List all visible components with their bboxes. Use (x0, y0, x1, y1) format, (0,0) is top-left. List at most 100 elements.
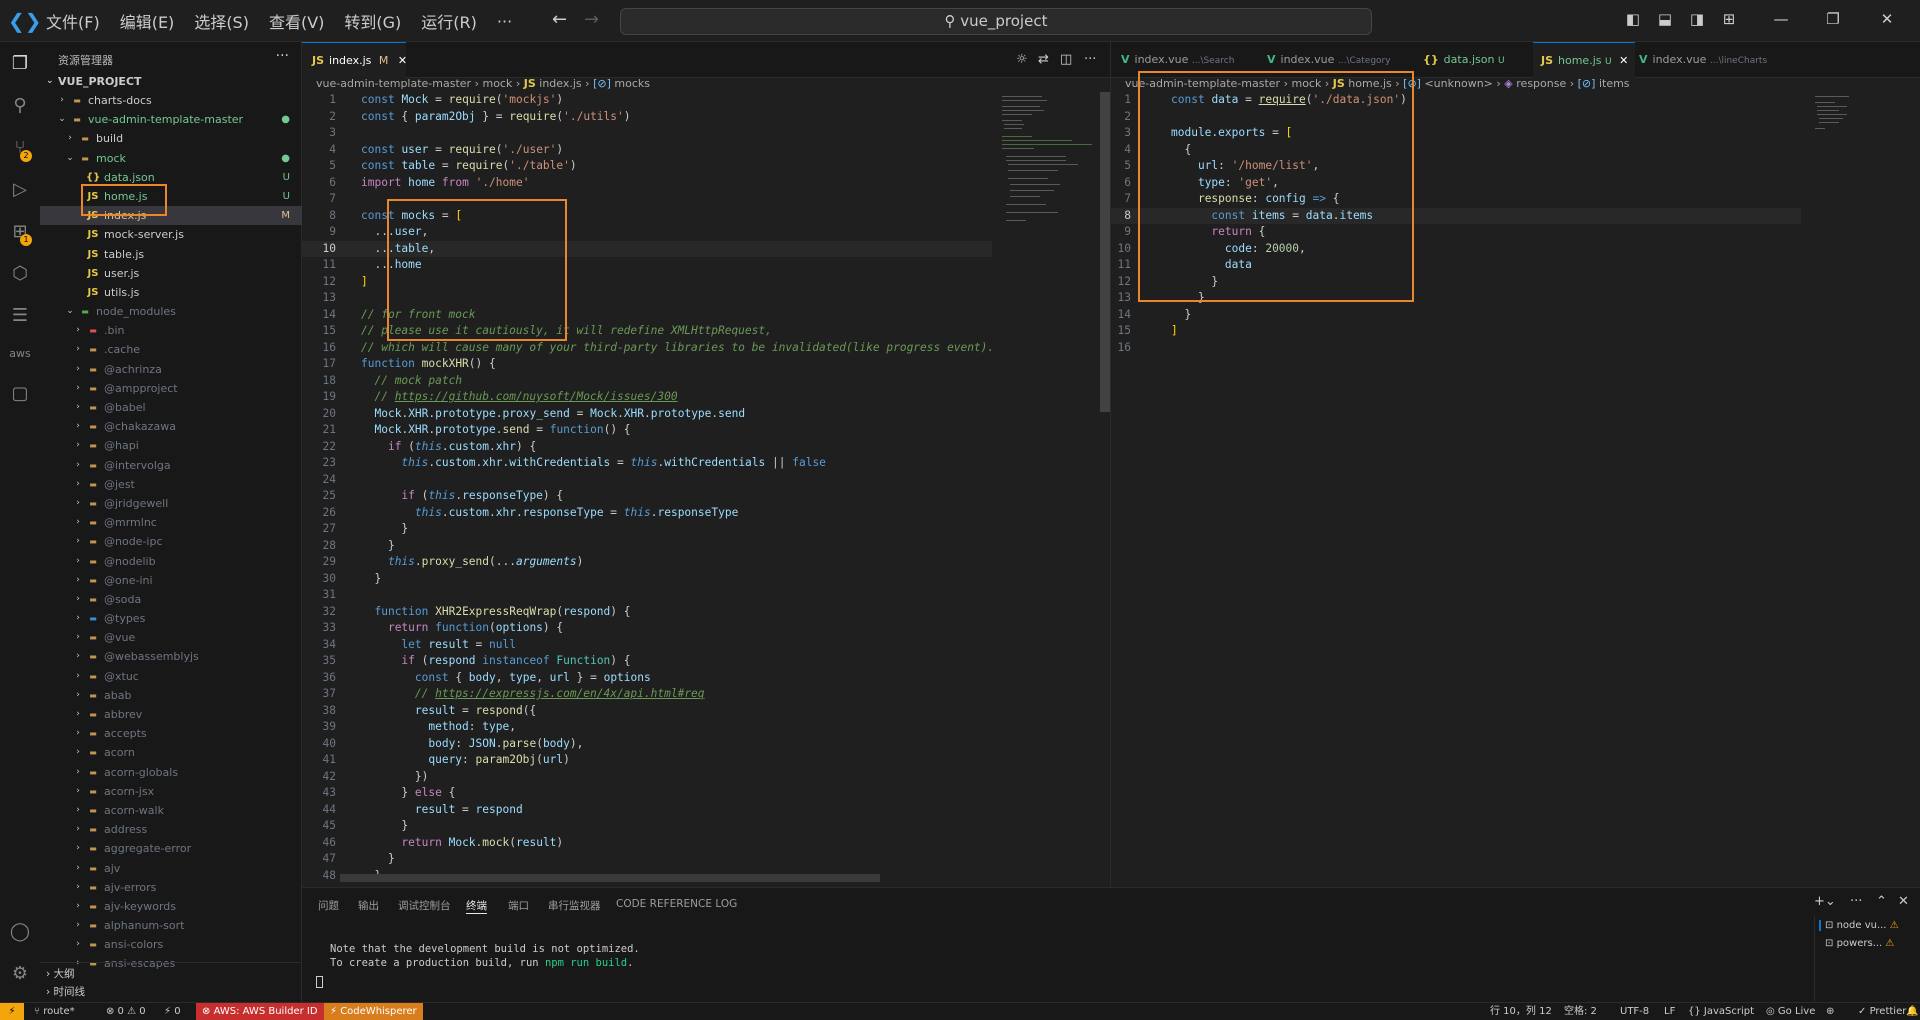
code-line[interactable]: if (respond instanceof Function) { (361, 653, 630, 670)
close-tab-icon[interactable]: ✕ (1619, 54, 1628, 67)
copilot-icon[interactable]: ⊕ (1826, 1003, 1834, 1020)
panel-tab-serial-monitor[interactable]: 串行监视器 (548, 898, 601, 913)
workspace-root[interactable]: ⌄ VUE_PROJECT (40, 72, 302, 91)
code-line[interactable]: import home from './home' (361, 175, 529, 192)
tree-item[interactable]: › ▬ acorn-jsx (40, 782, 302, 801)
tree-item[interactable]: › ▬ @types (40, 609, 302, 628)
tree-item[interactable]: › ▬ .cache (40, 340, 302, 359)
menu-selection[interactable]: 选择(S) (194, 9, 249, 33)
tree-item[interactable]: JS user.js (40, 264, 302, 283)
tree-item[interactable]: › ▬ @achrinza (40, 360, 302, 379)
code-line[interactable]: // for front mock (361, 307, 476, 324)
comments-icon[interactable]: ▢ (8, 382, 32, 406)
breadcrumb-item[interactable]: mock (1291, 77, 1321, 90)
code-line[interactable]: const user = require('./user') (361, 142, 563, 159)
close-tab-icon[interactable]: ✕ (398, 54, 407, 67)
outline-header[interactable]: › 大纲 (46, 966, 75, 982)
encoding[interactable]: UTF-8 (1620, 1003, 1649, 1020)
code-line[interactable]: const { body, type, url } = options (361, 670, 651, 687)
menu-go[interactable]: 转到(G) (344, 9, 401, 33)
terminal-item-node[interactable]: ⊡ node vu... ⚠ (1819, 920, 1919, 931)
panel-tab-problems[interactable]: 问题 (318, 898, 339, 913)
tree-item[interactable]: › ▬ @one-ini (40, 571, 302, 590)
tree-item[interactable]: › ▬ @ampproject (40, 379, 302, 398)
arrow-left-icon[interactable]: ← (552, 9, 567, 30)
tree-item[interactable]: › ▬ aggregate-error (40, 839, 302, 858)
tree-item[interactable]: {} data.json U (40, 168, 302, 187)
code-line[interactable]: const Mock = require('mockjs') (361, 92, 563, 109)
code-line[interactable]: const table = require('./table') (361, 158, 577, 175)
code-line[interactable]: method: type, (361, 719, 516, 736)
code-line[interactable]: ] (1171, 323, 1178, 340)
notifications-bell-icon[interactable]: 🔔 (1906, 1003, 1918, 1020)
manage-gear-icon[interactable]: ⚙ (8, 962, 32, 986)
tree-item[interactable]: › ▬ alphanum-sort (40, 916, 302, 935)
menu-edit[interactable]: 编辑(E) (120, 9, 175, 33)
remote-indicator-icon[interactable]: ⚡ (0, 1003, 24, 1020)
code-line[interactable]: } (361, 851, 395, 868)
code-line[interactable]: type: 'get', (1171, 175, 1279, 192)
code-line[interactable]: // please use it cautiously, it will red… (361, 323, 772, 340)
code-line[interactable]: const { param2Obj } = require('./utils') (361, 109, 631, 126)
aws-status[interactable]: ⊗ AWS: AWS Builder ID (196, 1003, 324, 1020)
split-editor-icon[interactable]: ◫ (1060, 52, 1072, 67)
panel-tab-code-reference-log[interactable]: CODE REFERENCE LOG (616, 898, 737, 910)
tree-item[interactable]: › ▬ ajv-keywords (40, 897, 302, 916)
panel-tab-ports[interactable]: 端口 (508, 898, 529, 913)
tree-item[interactable]: › ▬ acorn (40, 743, 302, 762)
search-view-icon[interactable]: ⚲ (8, 94, 32, 118)
tree-item[interactable]: ⌄ ▬ vue-admin-template-master ● (40, 110, 302, 129)
menu-more[interactable]: ··· (497, 12, 512, 31)
breadcrumb-item[interactable]: mock (482, 77, 512, 90)
language-mode[interactable]: {} JavaScript (1688, 1003, 1754, 1020)
tab-index-vue-category[interactable]: Vindex.vue ...\Category (1267, 42, 1417, 78)
run-debug-icon[interactable]: ▷ (8, 178, 32, 202)
terminal-item-powershell[interactable]: ⊡ powers... ⚠ (1819, 938, 1919, 949)
left-vertical-scrollbar[interactable] (1100, 92, 1110, 412)
tree-item[interactable]: › ▬ @intervolga (40, 456, 302, 475)
code-line[interactable]: Mock.XHR.prototype.send = function() { (361, 422, 630, 439)
tree-item[interactable]: › ▬ @node-ipc (40, 532, 302, 551)
menu-view[interactable]: 查看(V) (269, 9, 324, 33)
menu-run[interactable]: 运行(R) (421, 9, 477, 33)
tree-item[interactable]: › ▬ @jest (40, 475, 302, 494)
code-line[interactable]: function mockXHR() { (361, 356, 496, 373)
code-line[interactable]: if (this.custom.xhr) { (361, 439, 536, 456)
panel-tab-debug-console[interactable]: 调试控制台 (398, 898, 451, 913)
code-line[interactable]: // https://github.com/nuysoft/Mock/issue… (361, 389, 677, 406)
tree-item[interactable]: › ▬ @nodelib (40, 552, 302, 571)
code-line[interactable]: } (1171, 307, 1191, 324)
cursor-position[interactable]: 行 10，列 12 (1490, 1003, 1552, 1020)
problems-status[interactable]: ⊗ 0 ⚠ 0 (106, 1003, 146, 1020)
tree-item[interactable]: › ▬ @webassemblyjs (40, 647, 302, 666)
code-line[interactable]: ...user, (361, 224, 428, 241)
breadcrumb-item[interactable]: mocks (614, 77, 650, 90)
git-branch[interactable]: ⑂ route* (34, 1003, 75, 1020)
code-line[interactable]: { (1171, 142, 1191, 159)
indentation[interactable]: 空格: 2 (1564, 1003, 1597, 1020)
code-line[interactable]: ...home (361, 257, 421, 274)
code-line[interactable]: this.custom.xhr.responseType = this.resp… (361, 505, 738, 522)
code-line[interactable]: const data = require('./data.json') (1171, 92, 1407, 109)
breadcrumb-item[interactable]: vue-admin-template-master (1125, 77, 1280, 90)
panel-tab-terminal[interactable]: 终端 (466, 898, 487, 914)
code-line[interactable]: } (1171, 290, 1205, 307)
codewhisperer-status[interactable]: ⚡ CodeWhisperer (324, 1003, 423, 1020)
tab-index-vue-search[interactable]: Vindex.vue ...\Search (1121, 42, 1261, 78)
close-window-icon[interactable]: ✕ (1876, 10, 1898, 30)
code-line[interactable]: body: JSON.parse(body), (361, 736, 583, 753)
prettier[interactable]: ✓ Prettier (1858, 1003, 1906, 1020)
more-actions-icon[interactable]: ··· (276, 48, 289, 64)
left-horizontal-scrollbar[interactable] (340, 874, 880, 882)
tree-item[interactable]: JS index.js M (40, 206, 302, 226)
tree-item[interactable]: › ▬ ajv (40, 859, 302, 878)
compare-icon[interactable]: ⇄ (1038, 52, 1049, 67)
left-code-area[interactable]: 1 const Mock = require('mockjs') 2 const { … (302, 92, 992, 882)
code-line[interactable]: function XHR2ExpressReqWrap(respond) { (361, 604, 630, 621)
tree-item[interactable]: JS utils.js (40, 283, 302, 302)
code-line[interactable]: code: 20000, (1171, 241, 1306, 258)
code-line[interactable]: module.exports = [ (1171, 125, 1292, 142)
tree-item[interactable]: › ▬ build (40, 129, 302, 148)
code-line[interactable]: } (361, 818, 408, 835)
line-endings[interactable]: LF (1664, 1003, 1675, 1020)
